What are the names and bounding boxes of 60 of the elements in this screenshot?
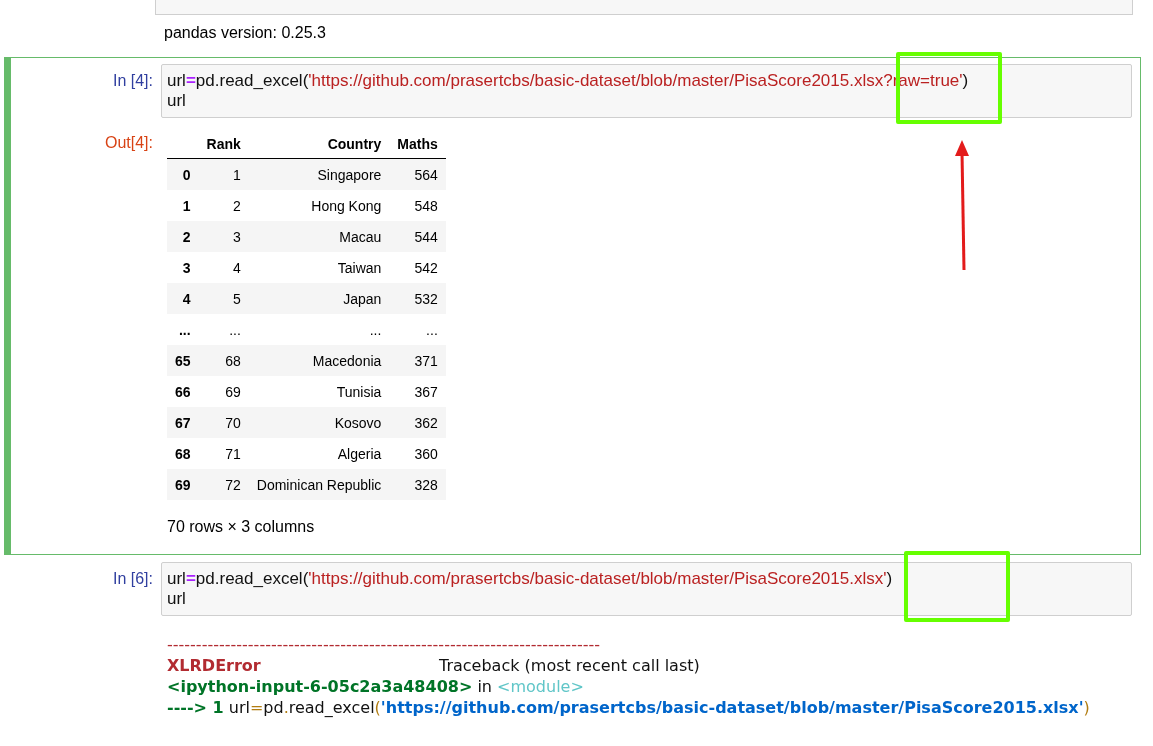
code-line: url: [167, 91, 187, 111]
traceback-line: <ipython-input-6-05c2a3a48408> in <module>: [167, 676, 585, 697]
table-cell: 3: [198, 221, 249, 252]
table-cell: 548: [389, 190, 446, 221]
output-text: pandas version: 0.25.3: [163, 24, 326, 42]
table-cell: 65: [167, 345, 199, 376]
code-line: url: [167, 589, 187, 609]
table-cell: 69: [167, 469, 199, 500]
column-header: Maths: [389, 128, 446, 159]
traceback-line: ---------------------------------------------------------------------------: [167, 634, 601, 655]
row-count-label: 70 rows × 3 columns: [167, 517, 316, 536]
table-cell: Taiwan: [248, 252, 390, 283]
output-prompt: Out[4]:: [103, 133, 154, 153]
table-cell: 328: [389, 469, 446, 500]
column-header: Country: [248, 128, 390, 159]
table-cell: 1: [198, 158, 249, 190]
table-cell: 3: [167, 252, 199, 283]
table-cell: 367: [389, 376, 446, 407]
table-cell: Macau: [248, 221, 390, 252]
table-cell: Singapore: [248, 158, 390, 190]
table-cell: 70: [198, 407, 249, 438]
table-cell: 66: [167, 376, 199, 407]
table-cell: 4: [167, 283, 199, 314]
table-cell: ...: [389, 314, 446, 345]
input-prompt: In [4]:: [111, 71, 154, 91]
table-cell: ...: [248, 314, 390, 345]
table-cell: 2: [198, 190, 249, 221]
table-cell: 362: [389, 407, 446, 438]
table-cell: Tunisia: [248, 376, 390, 407]
table-cell: ...: [198, 314, 249, 345]
table-cell: 0: [167, 158, 199, 190]
table-cell: 68: [198, 345, 249, 376]
table-cell: Macedonia: [248, 345, 390, 376]
table-cell: 2: [167, 221, 199, 252]
table-cell: 68: [167, 438, 199, 469]
table-cell: Algeria: [248, 438, 390, 469]
traceback-line: XLRDError Traceback (most recent call last): [167, 655, 701, 676]
traceback-line: ----> 1 url=pd.read_excel('https://github.com/prasertcbs/basic-dataset/blob/master/PisaScore2015.xlsx'): [167, 697, 1090, 718]
column-header: Rank: [198, 128, 249, 159]
table-cell: Kosovo: [248, 407, 390, 438]
code-line: url=pd.read_excel('https://github.com/prasertcbs/basic-dataset/blob/master/PisaScore2015.xlsx'): [167, 569, 894, 589]
table-cell: 71: [198, 438, 249, 469]
table-cell: Dominican Republic: [248, 469, 390, 500]
table-cell: Hong Kong: [248, 190, 390, 221]
table-cell: 69: [198, 376, 249, 407]
table-cell: 1: [167, 190, 199, 221]
table-cell: 5: [198, 283, 249, 314]
table-cell: 371: [389, 345, 446, 376]
input-prompt: In [6]:: [111, 569, 154, 589]
table-cell: 564: [389, 158, 446, 190]
table-cell: ...: [167, 314, 199, 345]
table-cell: 532: [389, 283, 446, 314]
table-cell: 72: [198, 469, 249, 500]
table-cell: 360: [389, 438, 446, 469]
table-cell: Japan: [248, 283, 390, 314]
table-cell: 544: [389, 221, 446, 252]
table-cell: 542: [389, 252, 446, 283]
table-cell: 67: [167, 407, 199, 438]
code-editor[interactable]: url=pd.read_excel('https://github.com/prasertcbs/basic-dataset/blob/master/PisaScore2015.xlsx') url: [161, 562, 1132, 616]
table-cell: 4: [198, 252, 249, 283]
